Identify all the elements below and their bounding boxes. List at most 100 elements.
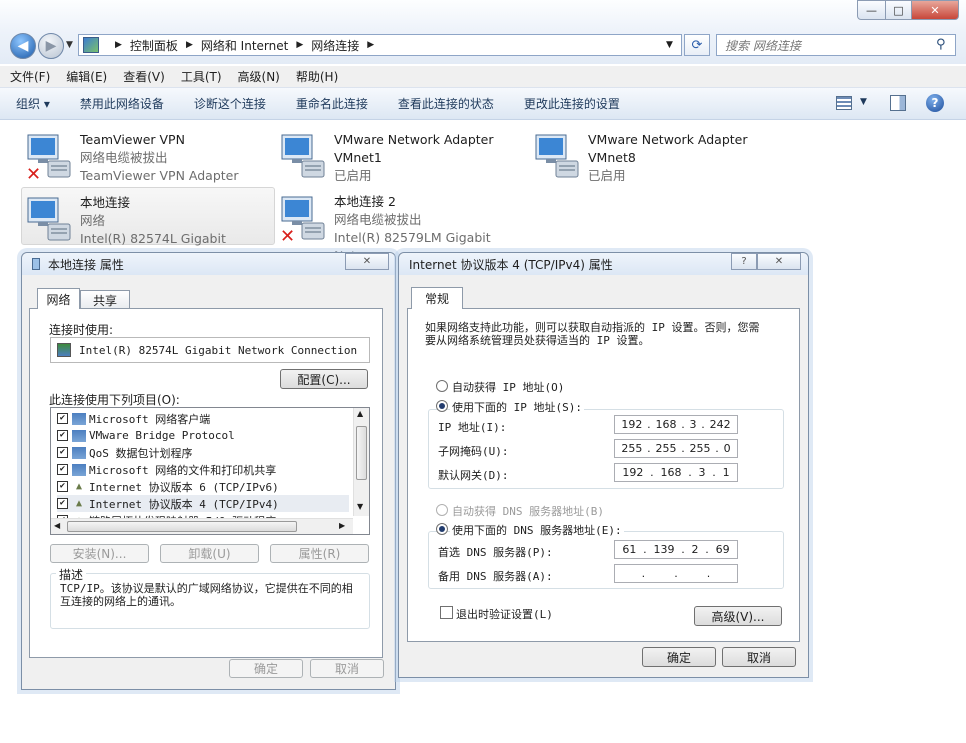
connection-local-2[interactable]: ✕ 本地连接 2 网络电缆被拔出 Intel(R) 82579LM Gigabi… <box>276 187 530 263</box>
forward-button[interactable]: ▶ <box>38 33 64 59</box>
item-label: Internet 协议版本 6 (TCP/IPv6) <box>89 480 279 494</box>
connection-teamviewer-vpn[interactable]: ✕ TeamViewer VPN 网络电缆被拔出 TeamViewer VPN … <box>22 125 276 183</box>
cancel-button[interactable]: 取消 <box>722 647 796 667</box>
items-list-rows: ✔ Microsoft 网络客户端 ✔ VMware Bridge Protocol… <box>57 410 349 529</box>
connection-name: 本地连接 <box>80 195 131 210</box>
checkbox[interactable]: ✔ <box>57 447 68 458</box>
tab-general[interactable]: 常规 <box>411 287 463 309</box>
scroll-right-icon[interactable]: ▶ <box>339 521 345 530</box>
breadcrumb-network-internet[interactable]: 网络和 Internet <box>201 37 288 54</box>
manual-dns-label[interactable]: 使用下面的 DNS 服务器地址(E): <box>450 522 624 538</box>
address-bar[interactable]: ▶ 控制面板 ▶ 网络和 Internet ▶ 网络连接 ▶ <box>78 34 682 56</box>
connection-vmnet8[interactable]: VMware Network Adapter VMnet8 已启用 <box>530 125 784 183</box>
checkbox[interactable]: ✔ <box>57 481 68 492</box>
chevron-right-icon[interactable]: ▶ <box>115 40 122 50</box>
checkbox[interactable]: ✔ <box>57 430 68 441</box>
refresh-button[interactable]: ⟳ <box>684 34 710 56</box>
chevron-right-icon[interactable]: ▶ <box>367 40 374 50</box>
connection-local[interactable]: 本地连接 网络 Intel(R) 82574L Gigabit Netwo... <box>21 187 275 264</box>
validate-label[interactable]: 退出时验证设置(L) <box>456 606 553 622</box>
dialog-titlebar: 本地连接 属性 <box>22 253 395 275</box>
disable-device-button[interactable]: 禁用此网络设备 <box>80 95 164 112</box>
manual-dns-radio[interactable] <box>436 523 448 535</box>
alternate-dns-field[interactable]: . . . <box>614 564 738 583</box>
dialog-title: 本地连接 属性 <box>48 257 124 272</box>
list-item[interactable]: ✔ ▲ Internet 协议版本 6 (TCP/IPv6) <box>57 478 349 495</box>
minimize-button[interactable]: — <box>857 0 886 20</box>
subnet-mask-field[interactable]: 255. 255. 255. 0 <box>614 439 738 458</box>
menu-bar: 文件(F) 编辑(E) 查看(V) 工具(T) 高级(N) 帮助(H) <box>0 66 966 88</box>
scrollbar-thumb[interactable] <box>67 521 297 532</box>
address-dropdown-icon[interactable]: ▼ <box>666 40 673 50</box>
menu-file[interactable]: 文件(F) <box>10 68 50 85</box>
menu-tools[interactable]: 工具(T) <box>181 68 222 85</box>
close-dialog-button[interactable]: ✕ <box>345 253 389 270</box>
chevron-right-icon[interactable]: ▶ <box>186 40 193 50</box>
chevron-right-icon[interactable]: ▶ <box>296 40 303 50</box>
ip-address-field[interactable]: 192. 168. 3. 242 <box>614 415 738 434</box>
uninstall-button[interactable]: 卸载(U) <box>160 544 259 563</box>
diagnose-button[interactable]: 诊断这个连接 <box>194 95 266 112</box>
menu-edit[interactable]: 编辑(E) <box>66 68 107 85</box>
help-icon[interactable]: ? <box>926 94 944 112</box>
scroll-down-icon[interactable]: ▼ <box>357 502 363 511</box>
vertical-scrollbar[interactable]: ▲ ▼ <box>353 408 369 516</box>
checkbox[interactable]: ✔ <box>57 464 68 475</box>
preferred-dns-field[interactable]: 61. 139. 2. 69 <box>614 540 738 559</box>
manual-ip-radio[interactable] <box>436 400 448 412</box>
change-settings-button[interactable]: 更改此连接的设置 <box>524 95 620 112</box>
menu-view[interactable]: 查看(V) <box>123 68 165 85</box>
connection-vmnet1[interactable]: VMware Network Adapter VMnet1 已启用 <box>276 125 530 183</box>
search-input[interactable]: 搜索 网络连接 <box>716 34 956 56</box>
breadcrumb-network-connections[interactable]: 网络连接 <box>311 37 359 54</box>
adapter-field: Intel(R) 82574L Gigabit Network Connecti… <box>50 337 370 363</box>
scroll-left-icon[interactable]: ◀ <box>54 521 60 530</box>
list-item-selected[interactable]: ✔ ▲ Internet 协议版本 4 (TCP/IPv4) <box>57 495 349 512</box>
advanced-button[interactable]: 高级(V)... <box>694 606 782 626</box>
configure-button[interactable]: 配置(C)... <box>280 369 368 389</box>
list-item[interactable]: ✔ QoS 数据包计划程序 <box>57 444 349 461</box>
checkbox[interactable]: ✔ <box>57 413 68 424</box>
scrollbar-thumb[interactable] <box>356 426 367 480</box>
search-icon[interactable]: ⚲ <box>936 37 946 52</box>
service-icon <box>72 446 86 459</box>
menu-help[interactable]: 帮助(H) <box>296 68 338 85</box>
auto-ip-label[interactable]: 自动获得 IP 地址(O) <box>452 379 564 395</box>
view-options-icon[interactable] <box>836 96 852 110</box>
help-button[interactable]: ? <box>731 253 757 270</box>
install-button[interactable]: 安装(N)... <box>50 544 149 563</box>
back-button[interactable]: ◀ <box>10 33 36 59</box>
control-panel-icon <box>83 37 99 53</box>
ok-button[interactable]: 确定 <box>642 647 716 667</box>
close-dialog-button[interactable]: ✕ <box>757 253 801 270</box>
auto-ip-radio[interactable] <box>436 380 448 392</box>
tab-network[interactable]: 网络 <box>37 288 80 309</box>
view-dropdown-icon[interactable]: ▼ <box>860 97 867 107</box>
breadcrumb-control-panel[interactable]: 控制面板 <box>130 37 178 54</box>
auto-dns-label[interactable]: 自动获得 DNS 服务器地址(B) <box>452 503 604 519</box>
view-status-button[interactable]: 查看此连接的状态 <box>398 95 494 112</box>
cancel-button[interactable]: 取消 <box>310 659 384 678</box>
list-item[interactable]: ✔ Microsoft 网络的文件和打印机共享 <box>57 461 349 478</box>
tab-sharing[interactable]: 共享 <box>80 290 130 309</box>
horizontal-scrollbar[interactable]: ◀ ▶ <box>51 518 353 534</box>
gateway-field[interactable]: 192. 168. 3. 1 <box>614 463 738 482</box>
ip-octet: 168 <box>655 418 677 431</box>
checkbox[interactable]: ✔ <box>57 498 68 509</box>
history-dropdown-icon[interactable]: ▼ <box>66 40 73 50</box>
scroll-up-icon[interactable]: ▲ <box>357 409 363 418</box>
list-item[interactable]: ✔ Microsoft 网络客户端 <box>57 410 349 427</box>
manual-ip-label[interactable]: 使用下面的 IP 地址(S): <box>450 399 584 415</box>
organize-button[interactable]: 组织 ▾ <box>16 95 50 112</box>
properties-button[interactable]: 属性(R) <box>270 544 369 563</box>
maximize-button[interactable]: □ <box>885 0 912 20</box>
menu-advanced[interactable]: 高级(N) <box>238 68 280 85</box>
preview-pane-icon[interactable] <box>890 95 906 111</box>
ok-button[interactable]: 确定 <box>229 659 303 678</box>
connection-device: 已启用 <box>588 168 626 183</box>
validate-checkbox[interactable] <box>440 606 453 619</box>
rename-button[interactable]: 重命名此连接 <box>296 95 368 112</box>
close-window-button[interactable]: ✕ <box>911 0 959 20</box>
auto-dns-radio[interactable] <box>436 504 448 516</box>
list-item[interactable]: ✔ VMware Bridge Protocol <box>57 427 349 444</box>
